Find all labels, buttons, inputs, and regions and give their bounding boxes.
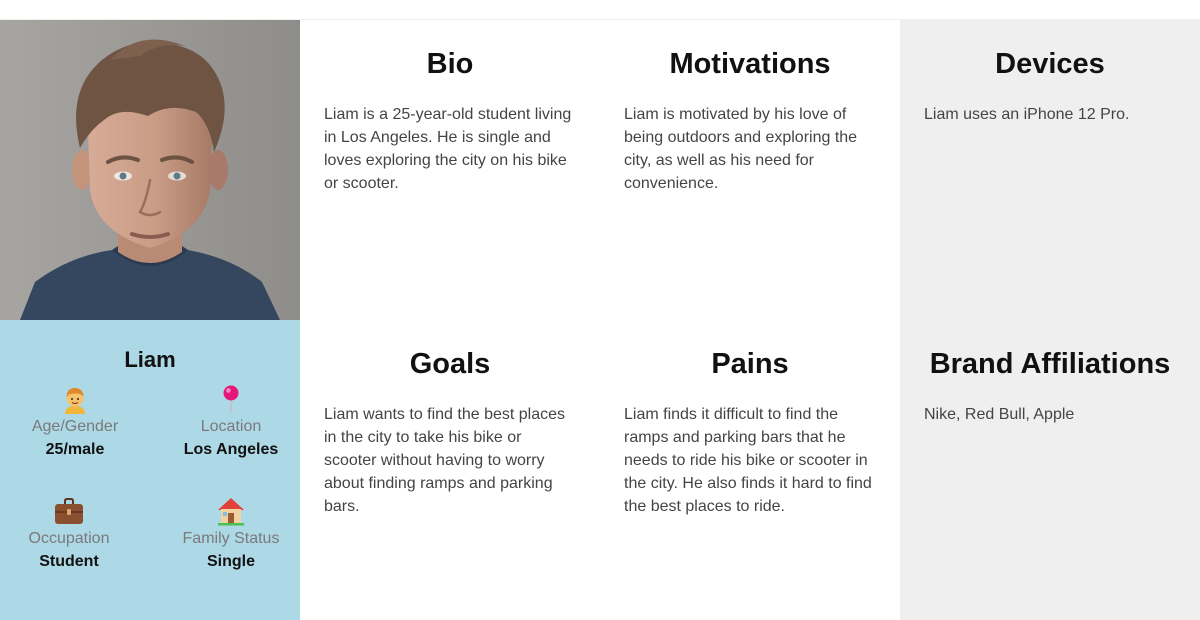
devices-heading: Devices [995, 48, 1105, 80]
attr-occupation: Occupation Student [0, 496, 144, 571]
brand-affiliations-text: Nike, Red Bull, Apple [924, 406, 1075, 423]
brand-affiliations-card: Brand Affiliations Nike, Red Bull, Apple [900, 320, 1200, 620]
house-icon [156, 496, 306, 526]
persona-grid: Liam Age/Gender 25/male Location Los Ang… [0, 20, 1200, 620]
motivations-text: Liam is motivated by his love of being o… [624, 106, 858, 192]
attr-age-gender: Age/Gender 25/male [0, 384, 150, 459]
motivations-card: Motivations Liam is motivated by his lov… [600, 20, 900, 320]
bio-card: Bio Liam is a 25-year-old student living… [300, 20, 600, 320]
pains-heading: Pains [711, 348, 789, 380]
attr-label: Family Status [182, 530, 280, 547]
bio-heading: Bio [426, 48, 474, 80]
attr-family-status: Family Status Single [156, 496, 306, 571]
pin-icon [156, 384, 306, 414]
pains-card: Pains Liam finds it difficult to find th… [600, 320, 900, 620]
bio-text: Liam is a 25-year-old student living in … [324, 106, 572, 192]
pains-text: Liam finds it difficult to find the ramp… [624, 406, 872, 515]
attr-label: Location [200, 418, 262, 435]
attr-value: Student [39, 553, 99, 570]
top-bar [0, 0, 1200, 20]
attr-location: Location Los Angeles [156, 384, 306, 459]
goals-heading: Goals [409, 348, 491, 380]
attr-label: Age/Gender [31, 418, 119, 435]
portrait-image [0, 20, 300, 320]
attr-label: Occupation [28, 530, 110, 547]
devices-card: Devices Liam uses an iPhone 12 Pro. [900, 20, 1200, 320]
motivations-heading: Motivations [669, 48, 831, 80]
briefcase-icon [0, 496, 144, 526]
goals-text: Liam wants to find the best places in th… [324, 406, 566, 515]
person-icon [0, 384, 150, 414]
persona-name: Liam [124, 347, 176, 372]
attr-value: 25/male [45, 441, 105, 458]
persona-photo [0, 20, 300, 320]
attr-value: Single [206, 553, 255, 570]
attr-value: Los Angeles [183, 441, 279, 458]
goals-card: Goals Liam wants to find the best places… [300, 320, 600, 620]
profile-panel: Liam Age/Gender 25/male Location Los Ang… [0, 320, 300, 620]
devices-text: Liam uses an iPhone 12 Pro. [924, 106, 1130, 123]
brand-affiliations-heading: Brand Affiliations [929, 348, 1171, 380]
